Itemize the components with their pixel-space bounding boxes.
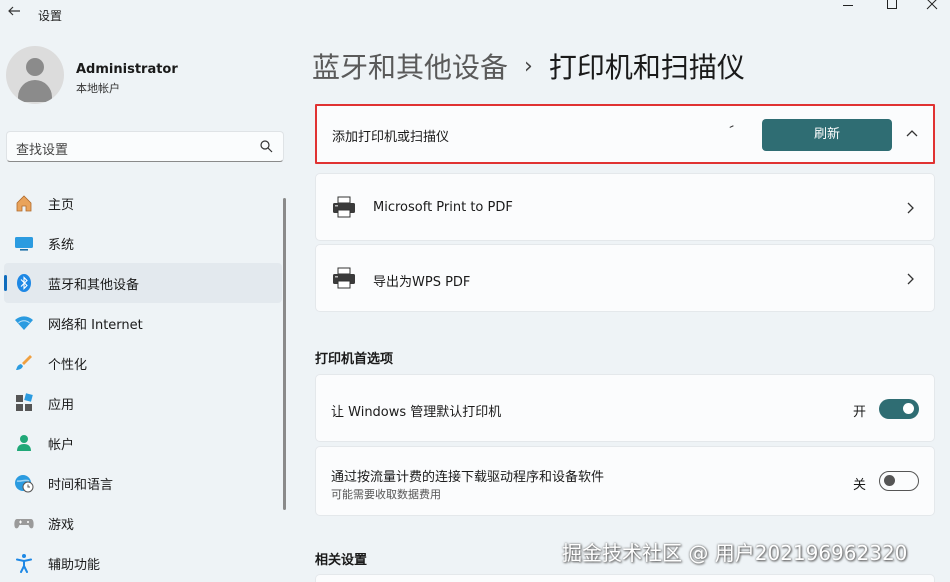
setting-row-manage-default-printer: 让 Windows 管理默认打印机 开	[315, 374, 935, 442]
bluetooth-icon	[17, 274, 31, 292]
sidebar-item-label: 时间和语言	[48, 477, 114, 493]
related-settings-card[interactable]	[315, 574, 935, 582]
setting-description: 可能需要收取数据费用	[331, 488, 441, 501]
sidebar-item-label: 蓝牙和其他设备	[48, 277, 140, 293]
setting-row-metered-download: 通过按流量计费的连接下载驱动程序和设备软件 可能需要收取数据费用 关	[315, 446, 935, 516]
printer-row[interactable]: Microsoft Print to PDF	[315, 173, 935, 241]
add-printer-row[interactable]: 添加打印机或扫描仪 刷新	[315, 104, 935, 164]
printer-name: 导出为WPS PDF	[373, 275, 471, 290]
watermark: 掘金技术社区 @ 用户202196962320	[562, 541, 908, 565]
chevron-up-icon[interactable]	[905, 126, 919, 140]
close-icon	[926, 0, 938, 10]
account-type: 本地帐户	[76, 82, 120, 95]
page-title: 打印机和扫描仪	[548, 51, 745, 84]
setting-label: 通过按流量计费的连接下载驱动程序和设备软件	[331, 470, 605, 485]
maximize-button[interactable]	[872, 0, 912, 14]
manage-default-printer-toggle[interactable]	[879, 399, 919, 419]
globe-clock-icon	[15, 475, 34, 493]
sidebar-item-system[interactable]: 系统	[4, 223, 282, 263]
search-icon[interactable]	[260, 140, 273, 153]
apps-icon	[16, 393, 33, 411]
sidebar-item-accounts[interactable]: 帐户	[4, 423, 282, 463]
wifi-icon	[15, 316, 33, 330]
app-title: 设置	[38, 9, 63, 23]
close-button[interactable]	[912, 0, 950, 14]
sidebar-item-label: 主页	[48, 197, 75, 213]
sidebar-item-label: 系统	[48, 237, 75, 253]
chevron-right-icon	[907, 202, 914, 214]
sidebar-item-label: 网络和 Internet	[48, 317, 143, 333]
minimize-icon	[843, 4, 853, 6]
sidebar-item-gaming[interactable]: 游戏	[4, 503, 282, 543]
account-icon	[17, 435, 31, 451]
sidebar-item-bluetooth[interactable]: 蓝牙和其他设备	[4, 263, 282, 303]
brush-icon	[16, 355, 32, 370]
avatar-body	[18, 80, 52, 102]
printer-icon	[333, 196, 355, 218]
accessibility-icon	[16, 554, 32, 573]
printer-row[interactable]: 导出为WPS PDF	[315, 244, 935, 312]
toggle-state-label: 开	[853, 405, 867, 420]
sidebar-item-label: 应用	[48, 397, 75, 413]
toggle-knob	[884, 475, 895, 486]
sidebar-item-time-language[interactable]: 时间和语言	[4, 463, 282, 503]
sidebar-item-label: 游戏	[48, 517, 75, 533]
sidebar-item-accessibility[interactable]: 辅助功能	[4, 543, 282, 582]
sidebar-item-label: 帐户	[48, 437, 75, 453]
user-name: Administrator	[76, 62, 178, 77]
minimize-button[interactable]	[828, 0, 868, 14]
system-icon	[15, 237, 33, 251]
back-arrow-icon[interactable]	[4, 4, 24, 24]
loading-spinner-icon	[729, 125, 735, 130]
sidebar-item-label: 个性化	[48, 357, 88, 373]
gamepad-icon	[14, 519, 34, 529]
breadcrumb-parent[interactable]: 蓝牙和其他设备	[312, 46, 508, 86]
breadcrumb-separator: ›	[524, 53, 533, 79]
search-placeholder: 查找设置	[16, 143, 69, 158]
home-icon	[16, 195, 32, 212]
search-input[interactable]: 查找设置	[6, 131, 284, 162]
printer-icon	[333, 267, 355, 289]
toggle-knob	[903, 403, 914, 414]
sidebar-item-network[interactable]: 网络和 Internet	[4, 303, 282, 343]
title-bar: 设置	[0, 0, 950, 30]
sidebar-item-home[interactable]: 主页	[4, 183, 282, 223]
maximize-icon	[887, 0, 897, 9]
sidebar-scrollbar[interactable]	[283, 198, 286, 510]
toggle-state-label: 关	[853, 478, 867, 493]
chevron-right-icon	[907, 273, 914, 285]
sidebar-item-personalization[interactable]: 个性化	[4, 343, 282, 383]
section-title-printer-preferences: 打印机首选项	[315, 352, 394, 367]
sidebar-item-label: 辅助功能	[48, 557, 101, 573]
sidebar-nav: 主页 系统 蓝牙和其他设备 网络和 Internet 个性化 应用 帐户 时间和…	[4, 183, 282, 582]
sidebar-item-apps[interactable]: 应用	[4, 383, 282, 423]
section-title-related-settings: 相关设置	[315, 553, 368, 568]
avatar[interactable]	[6, 46, 64, 104]
refresh-button[interactable]: 刷新	[762, 119, 892, 151]
setting-label: 让 Windows 管理默认打印机	[331, 405, 502, 420]
add-printer-label: 添加打印机或扫描仪	[332, 130, 450, 145]
printer-name: Microsoft Print to PDF	[373, 200, 513, 215]
metered-download-toggle[interactable]	[879, 471, 919, 491]
avatar-head	[26, 58, 44, 76]
breadcrumb: 蓝牙和其他设备 › 打印机和扫描仪	[312, 46, 745, 86]
